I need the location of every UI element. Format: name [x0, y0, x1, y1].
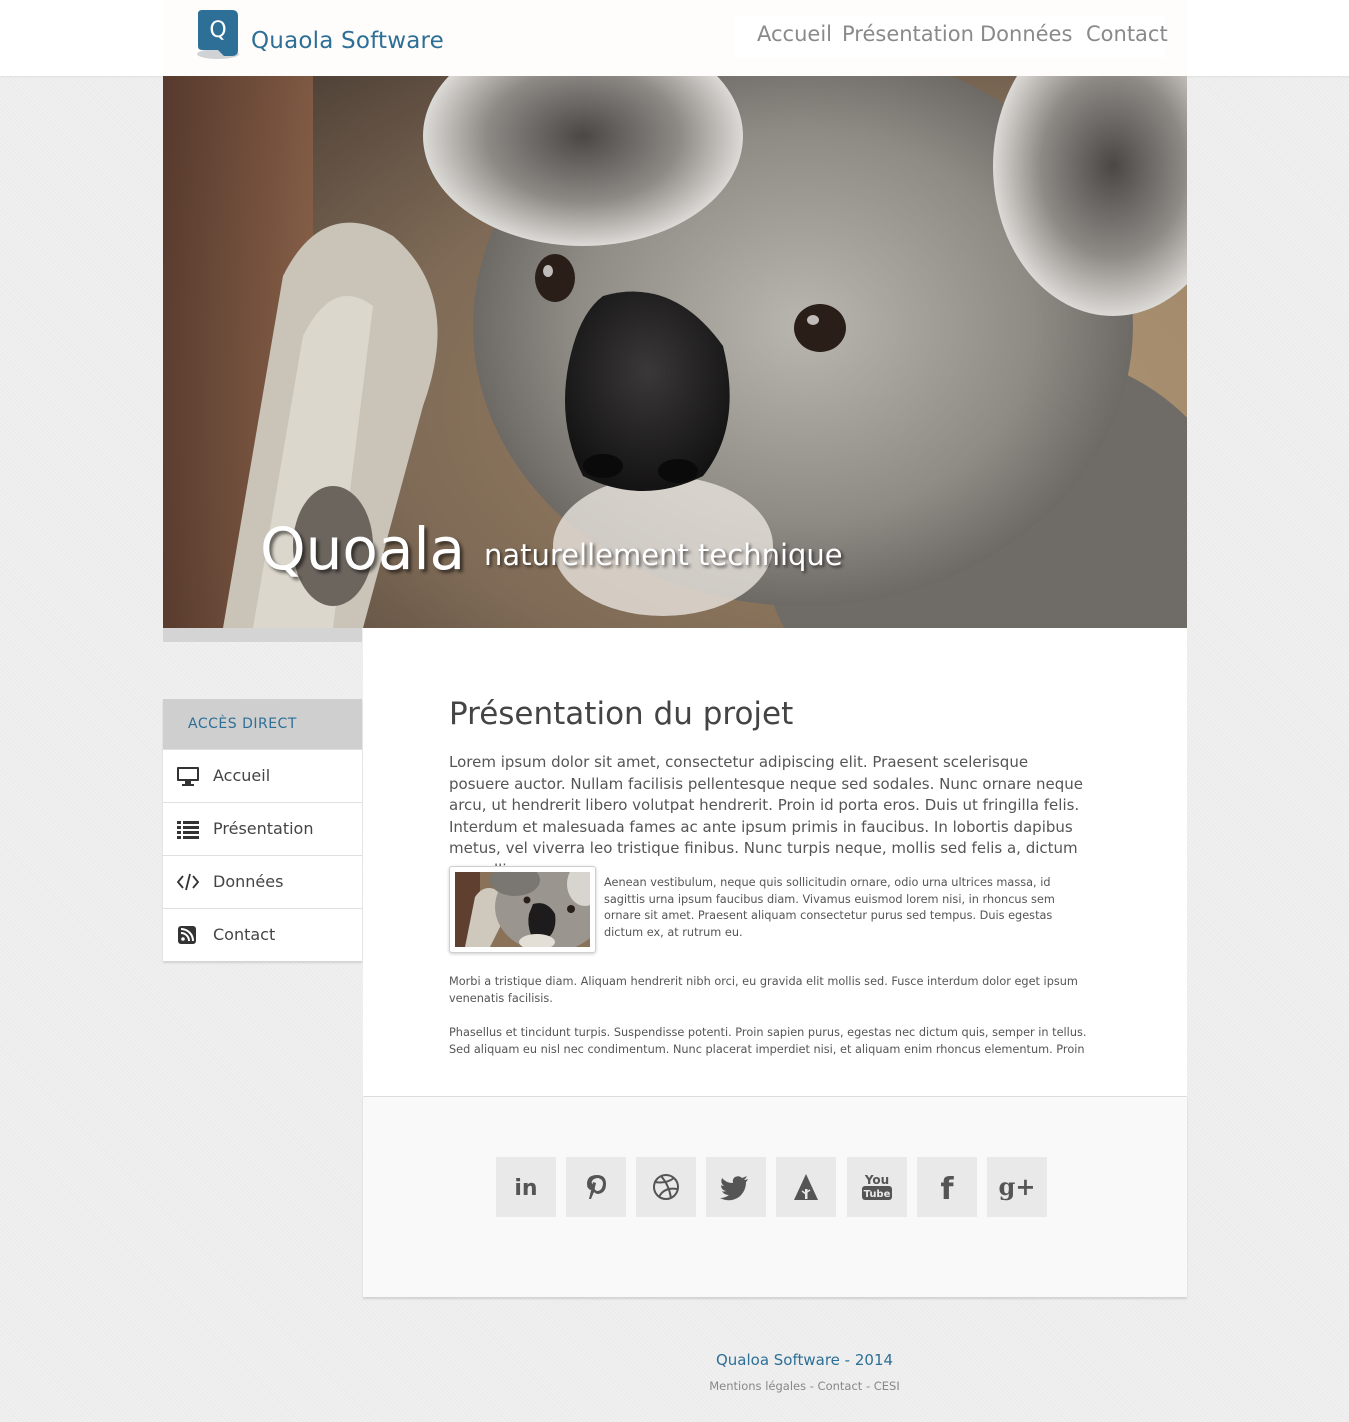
sidebar-item-presentation[interactable]: Présentation — [163, 802, 362, 855]
sidebar-item-label: Accueil — [213, 766, 271, 785]
social-links: in You Tube f g+ — [363, 1096, 1187, 1297]
nav-presentation[interactable]: Présentation — [842, 22, 974, 46]
logo-letter: Q — [209, 18, 226, 43]
footer-separator: - — [806, 1379, 818, 1393]
paragraph-3: Morbi a tristique diam. Aliquam hendreri… — [449, 975, 1078, 1005]
twitter-button[interactable] — [706, 1157, 766, 1217]
nav-donnees[interactable]: Données — [980, 22, 1072, 46]
site-title[interactable]: Quaola Software — [251, 28, 444, 54]
sidebar-title: ACCÈS DIRECT — [188, 716, 297, 732]
footer-title: Qualoa Software - 2014 — [715, 1351, 894, 1369]
forrst-icon — [794, 1174, 818, 1200]
youtube-icon: You Tube — [862, 1173, 892, 1200]
footer-link-contact[interactable]: Contact — [818, 1379, 863, 1393]
paragraph-4: Phasellus et tincidunt turpis. Suspendis… — [449, 1026, 1087, 1056]
twitter-icon — [720, 1176, 748, 1201]
intro-paragraph: Lorem ipsum dolor sit amet, consectetur … — [449, 753, 1084, 879]
page-title: Présentation du projet — [449, 696, 794, 732]
dribbble-icon — [653, 1174, 679, 1200]
thumbnail-image — [455, 872, 590, 947]
nav-contact[interactable]: Contact — [1086, 22, 1168, 46]
sidebar-item-label: Contact — [213, 925, 276, 944]
sidebar-item-donnees[interactable]: Données — [163, 855, 362, 908]
svg-text:Tube: Tube — [864, 1189, 891, 1200]
youtube-button[interactable]: You Tube — [847, 1157, 907, 1217]
list-icon — [177, 819, 199, 839]
main-content: Présentation du projet Lorem ipsum dolor… — [363, 628, 1187, 1096]
google-plus-button[interactable]: g+ — [987, 1157, 1047, 1217]
footer-separator: - — [862, 1379, 874, 1393]
facebook-button[interactable]: f — [917, 1157, 977, 1217]
footer-link-mentions[interactable]: Mentions légales — [709, 1379, 806, 1393]
sidebar-item-accueil[interactable]: Accueil — [163, 749, 362, 802]
sidebar-top-strip — [163, 628, 362, 642]
logo-icon[interactable]: Q — [194, 10, 240, 60]
sidebar-item-label: Présentation — [213, 819, 314, 838]
rss-icon — [177, 925, 199, 945]
hero-tagline: naturellement technique — [484, 538, 843, 572]
nav-accueil[interactable]: Accueil — [757, 22, 832, 46]
monitor-icon — [177, 766, 199, 786]
footer-links: Mentions légales - Contact - CESI — [0, 1379, 1349, 1393]
dribbble-button[interactable] — [636, 1157, 696, 1217]
svg-text:in: in — [514, 1176, 537, 1201]
facebook-icon: f — [940, 1172, 954, 1207]
svg-text:f: f — [940, 1172, 954, 1207]
svg-text:g+: g+ — [999, 1172, 1036, 1201]
paragraph-2: Aenean vestibulum, neque quis sollicitud… — [604, 876, 1055, 939]
pinterest-button[interactable] — [566, 1157, 626, 1217]
hero-title: Quoala — [260, 515, 466, 583]
svg-text:You: You — [864, 1173, 889, 1187]
sidebar: ACCÈS DIRECT Accueil Présentation Donnée… — [163, 699, 362, 961]
linkedin-button[interactable]: in — [496, 1157, 556, 1217]
google-plus-icon: g+ — [999, 1172, 1036, 1201]
pinterest-icon — [587, 1175, 606, 1199]
forrst-button[interactable] — [776, 1157, 836, 1217]
sidebar-header: ACCÈS DIRECT — [163, 699, 362, 749]
koala-thumbnail[interactable] — [449, 866, 596, 953]
footer-link-cesi[interactable]: CESI — [874, 1379, 900, 1393]
code-icon — [176, 872, 200, 892]
linkedin-icon: in — [514, 1176, 537, 1201]
sidebar-item-contact[interactable]: Contact — [163, 908, 362, 961]
sidebar-item-label: Données — [213, 872, 284, 891]
